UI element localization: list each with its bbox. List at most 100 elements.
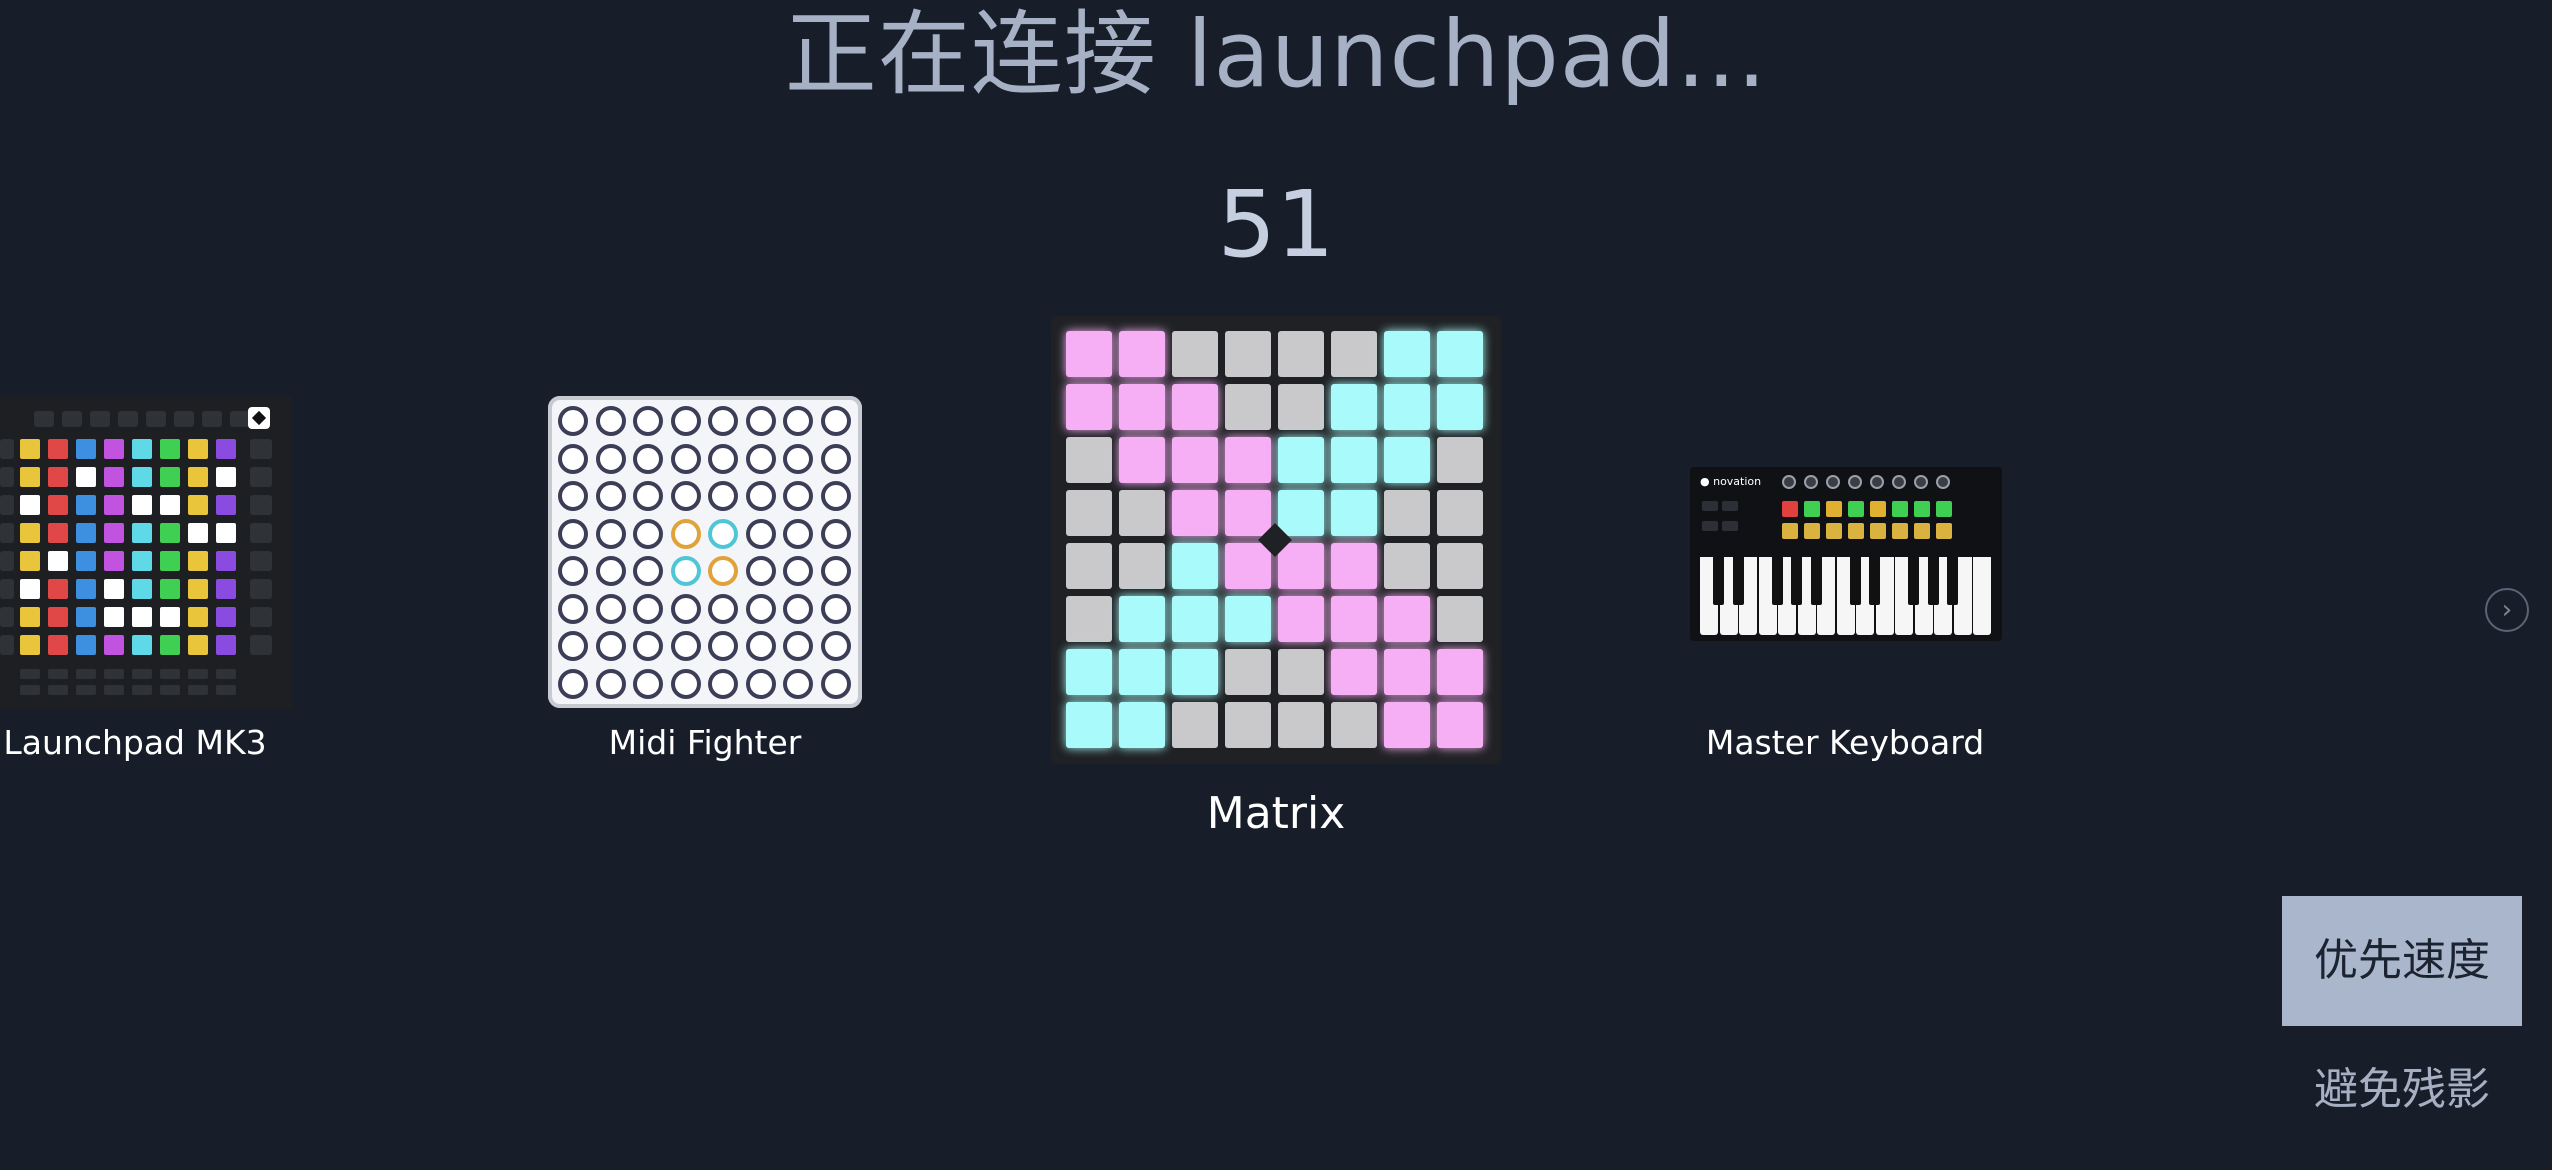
matrix-pad [1384,649,1430,695]
matrix-pad [1119,331,1165,377]
matrix-pad [1066,543,1112,589]
launchpad-top-button [146,411,166,427]
arcade-button [558,593,588,624]
launchpad-side-button [250,439,272,459]
launchpad-top-button [118,411,138,427]
launchpad-pad [216,523,236,543]
launchpad-side-button [0,495,14,515]
launchpad-bottom-button [188,669,208,679]
knob [1870,475,1884,489]
arcade-button [633,481,663,511]
matrix-pad [1331,331,1377,377]
matrix-pad [1225,543,1271,589]
matrix-pad [1172,490,1218,536]
black-key [1791,557,1802,605]
launchpad-pad [48,495,68,515]
device-midi-fighter[interactable] [548,396,862,708]
matrix-pad [1384,490,1430,536]
launchpad-pad [132,523,152,543]
launchpad-pad [132,551,152,571]
matrix-pad [1225,596,1271,642]
arcade-button [783,518,813,549]
arcade-button [670,518,701,549]
launchpad-pad [20,635,40,655]
launchpad-bottom-button [76,669,96,679]
matrix-pad [1331,437,1377,483]
arcade-button [633,518,663,549]
arcade-button [558,668,588,699]
matrix-pad [1384,596,1430,642]
knob [1892,475,1906,489]
launchpad-side-button [0,523,14,543]
arcade-button [745,631,776,661]
knob [1936,475,1950,489]
arcade-button [745,668,776,699]
matrix-pad [1172,649,1218,695]
arcade-button [595,556,626,586]
matrix-pad [1172,437,1218,483]
black-key [1908,557,1919,605]
arcade-button [633,593,663,624]
keyboard-pad [1892,501,1908,517]
device-label-matrix[interactable]: Matrix [1126,787,1426,841]
matrix-pad [1384,384,1430,430]
device-matrix[interactable] [1051,316,1501,764]
matrix-pad [1225,331,1271,377]
launchpad-side-button [0,579,14,599]
matrix-pad [1437,543,1483,589]
black-key [1849,557,1861,605]
arcade-button [670,668,701,699]
arcade-button [745,481,776,511]
option-avoid-ghosting[interactable]: 避免残影 [2282,1025,2522,1155]
launchpad-side-button [250,635,272,655]
arcade-button [708,631,738,661]
black-key [1869,557,1880,605]
launchpad-pad [20,607,40,627]
matrix-pad [1437,384,1483,430]
matrix-pad [1331,649,1377,695]
matrix-pad [1437,596,1483,642]
launchpad-pad [48,523,68,543]
device-master-keyboard[interactable]: ● novation [1690,467,2002,641]
launchpad-pad [76,467,96,487]
device-label-master-keyboard[interactable]: Master Keyboard [1700,723,1990,763]
matrix-pad [1119,543,1165,589]
launchpad-pad [76,551,96,571]
option-speed-priority[interactable]: 优先速度 [2282,896,2522,1026]
launchpad-bottom-button [104,685,124,695]
launchpad-pad [188,523,208,543]
launchpad-side-button [0,439,14,459]
launchpad-pad [104,607,124,627]
matrix-pad [1278,384,1324,430]
launchpad-side-button [250,607,272,627]
arcade-button [783,406,813,436]
arcade-button [708,593,738,624]
arcade-button [745,406,776,436]
launchpad-bottom-button [188,685,208,695]
launchpad-pad [160,523,180,543]
matrix-pad [1066,702,1112,748]
launchpad-bottom-button [48,669,68,679]
arcade-button [820,556,851,586]
arcade-button [820,481,851,511]
launchpad-pad [20,551,40,571]
matrix-pad [1437,331,1483,377]
next-device-button[interactable]: › [2485,588,2529,632]
matrix-pad [1331,702,1377,748]
arcade-button [595,406,626,436]
device-launchpad-mk3[interactable] [0,397,292,709]
arcade-button [745,518,776,549]
device-label-midi-fighter[interactable]: Midi Fighter [555,723,855,763]
matrix-pad [1278,437,1324,483]
arcade-button [783,631,813,661]
arcade-button [708,518,738,549]
matrix-pad [1437,490,1483,536]
matrix-pad [1278,490,1324,536]
matrix-pad [1278,702,1324,748]
launchpad-bottom-button [20,669,40,679]
black-key [1713,557,1724,605]
matrix-pad [1278,596,1324,642]
launchpad-pad [104,467,124,487]
device-label-launchpad-mk3[interactable]: Launchpad MK3 [0,723,270,763]
launchpad-pad [216,439,236,459]
